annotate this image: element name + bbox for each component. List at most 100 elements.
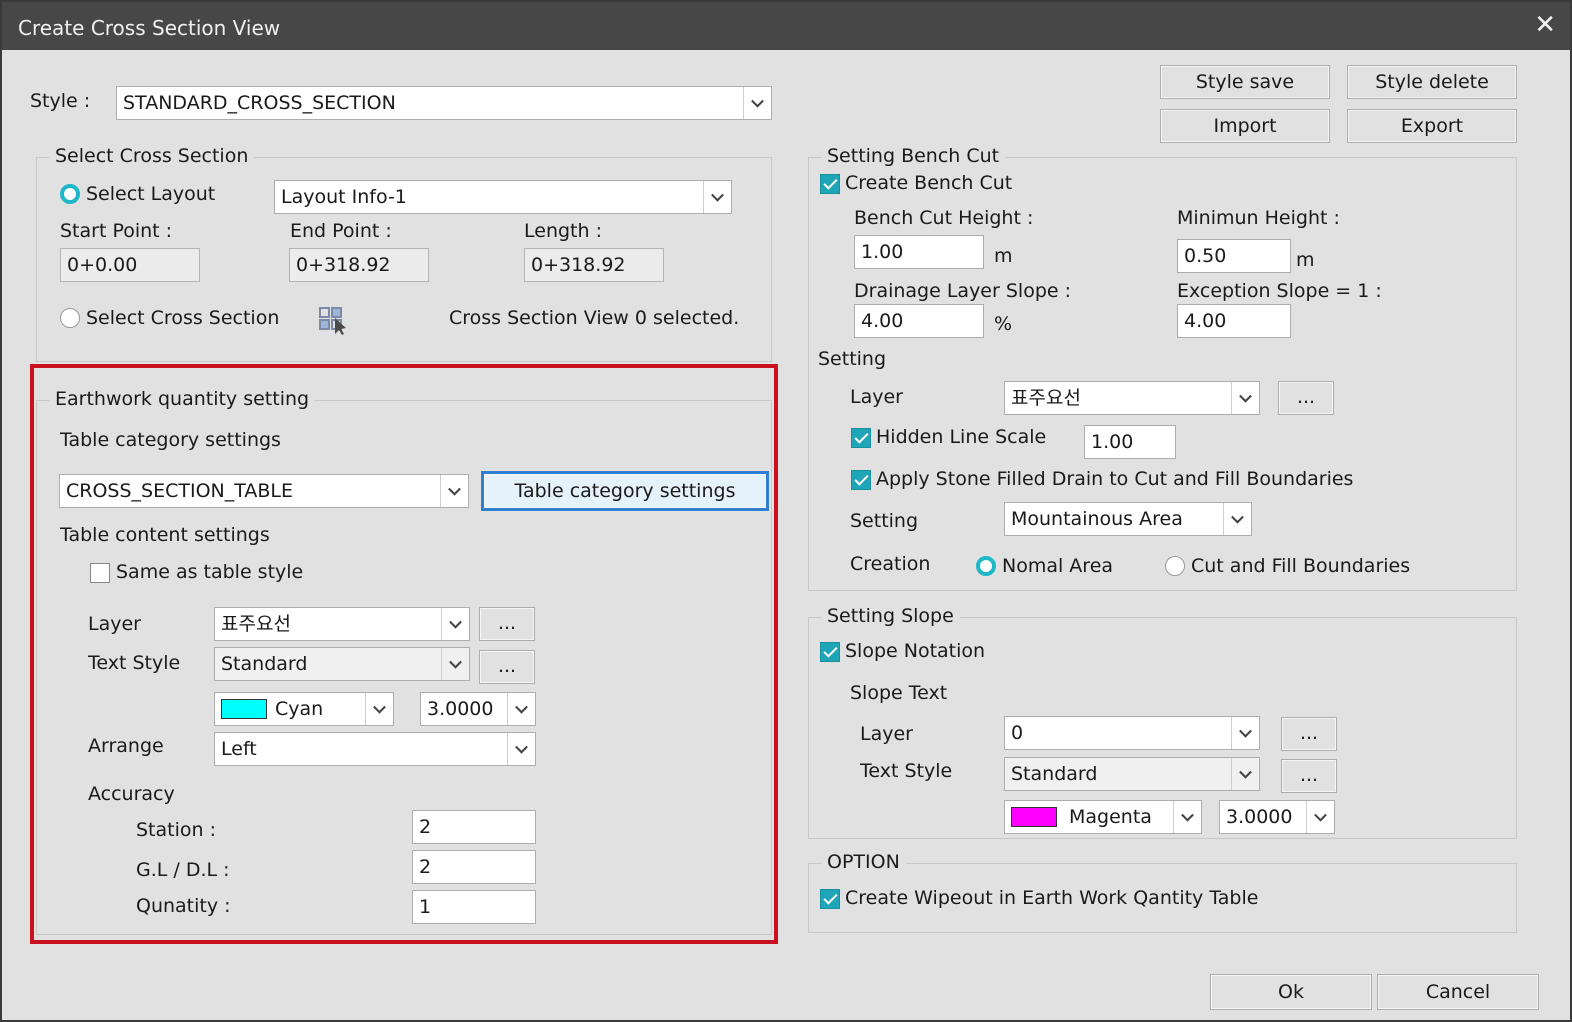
min-height-unit: m bbox=[1296, 249, 1315, 271]
chevron-down-icon[interactable] bbox=[1231, 717, 1259, 749]
hidden-line-scale-label: Hidden Line Scale bbox=[876, 426, 1047, 448]
chevron-down-icon[interactable] bbox=[441, 648, 469, 680]
chevron-down-icon[interactable] bbox=[703, 181, 731, 213]
apply-stone-drain-label: Apply Stone Filled Drain to Cut and Fill… bbox=[876, 468, 1354, 490]
station-field[interactable]: 2 bbox=[412, 810, 536, 844]
slope-notation-label: Slope Notation bbox=[845, 640, 986, 662]
color-name: Cyan bbox=[275, 698, 324, 720]
chevron-down-icon[interactable] bbox=[507, 693, 535, 725]
create-wipeout-label: Create Wipeout in Earth Work Qantity Tab… bbox=[845, 887, 1259, 909]
arrange-label: Arrange bbox=[88, 735, 164, 757]
chevron-down-icon[interactable] bbox=[441, 608, 469, 640]
cancel-button[interactable]: Cancel bbox=[1377, 974, 1539, 1010]
exception-slope-field[interactable]: 4.00 bbox=[1177, 304, 1291, 338]
chevron-down-icon[interactable] bbox=[1231, 382, 1259, 414]
group-title: Setting Bench Cut bbox=[821, 145, 1006, 167]
cut-fill-boundaries-radio[interactable] bbox=[1165, 556, 1185, 576]
arrange-select[interactable]: Left bbox=[214, 732, 536, 766]
create-wipeout-checkbox[interactable] bbox=[820, 889, 840, 909]
create-bench-cut-label: Create Bench Cut bbox=[845, 172, 1013, 194]
layer-select[interactable]: 표주요선 bbox=[214, 607, 470, 641]
color-select[interactable]: Cyan bbox=[214, 692, 394, 726]
table-select[interactable]: CROSS_SECTION_TABLE bbox=[59, 474, 469, 508]
normal-area-radio[interactable] bbox=[976, 556, 996, 576]
dialog-window: Create Cross Section View ✕ Style : STAN… bbox=[0, 0, 1572, 1022]
chevron-down-icon[interactable] bbox=[1231, 758, 1259, 790]
text-height-select[interactable]: 3.0000 bbox=[420, 692, 536, 726]
export-button[interactable]: Export bbox=[1347, 109, 1517, 143]
style-value: STANDARD_CROSS_SECTION bbox=[123, 92, 396, 114]
drainage-slope-label: Drainage Layer Slope : bbox=[854, 280, 1072, 302]
layout-select[interactable]: Layout Info-1 bbox=[274, 180, 732, 214]
slope-text-style-select[interactable]: Standard bbox=[1004, 757, 1260, 791]
minimum-height-label: Minimun Height : bbox=[1177, 207, 1340, 229]
gl-dl-field[interactable]: 2 bbox=[412, 850, 536, 884]
chevron-down-icon[interactable] bbox=[365, 693, 393, 725]
table-category-label: Table category settings bbox=[60, 429, 281, 451]
slope-notation-checkbox[interactable] bbox=[820, 642, 840, 662]
gl-dl-label: G.L / D.L : bbox=[136, 859, 230, 881]
start-point-label: Start Point : bbox=[60, 220, 173, 242]
chevron-down-icon[interactable] bbox=[507, 733, 535, 765]
cyan-swatch bbox=[221, 699, 267, 719]
layout-value: Layout Info-1 bbox=[281, 186, 407, 208]
layer-browse-button[interactable]: ... bbox=[479, 607, 535, 641]
chevron-down-icon[interactable] bbox=[440, 475, 468, 507]
area-setting-select[interactable]: Mountainous Area bbox=[1004, 502, 1252, 536]
close-icon[interactable]: ✕ bbox=[1534, 10, 1556, 40]
chevron-down-icon[interactable] bbox=[743, 87, 771, 119]
table-content-label: Table content settings bbox=[60, 524, 270, 546]
cut-fill-boundaries-label: Cut and Fill Boundaries bbox=[1191, 555, 1411, 577]
slope-layer-browse-button[interactable]: ... bbox=[1281, 717, 1337, 751]
slope-color-select[interactable]: Magenta bbox=[1004, 800, 1202, 834]
select-cross-section-radio[interactable] bbox=[60, 308, 80, 328]
layer-label: Layer bbox=[88, 613, 141, 635]
slope-layer-select[interactable]: 0 bbox=[1004, 716, 1260, 750]
chevron-down-icon[interactable] bbox=[1223, 503, 1251, 535]
creation-label: Creation bbox=[850, 553, 931, 575]
same-as-table-style-checkbox[interactable] bbox=[90, 563, 110, 583]
pick-selection-icon[interactable] bbox=[318, 306, 346, 336]
end-point-label: End Point : bbox=[290, 220, 392, 242]
bench-layer-select[interactable]: 표주요선 bbox=[1004, 381, 1260, 415]
chevron-down-icon[interactable] bbox=[1173, 801, 1201, 833]
select-layout-radio[interactable] bbox=[60, 184, 80, 204]
text-style-label: Text Style bbox=[88, 652, 181, 674]
quantity-field[interactable]: 1 bbox=[412, 890, 536, 924]
hidden-line-scale-field[interactable]: 1.00 bbox=[1084, 425, 1176, 459]
text-style-select[interactable]: Standard bbox=[214, 647, 470, 681]
ok-button[interactable]: Ok bbox=[1210, 974, 1372, 1010]
text-style-browse-button[interactable]: ... bbox=[479, 650, 535, 684]
apply-stone-drain-checkbox[interactable] bbox=[851, 470, 871, 490]
station-label: Station : bbox=[136, 819, 216, 841]
group-title: Earthwork quantity setting bbox=[49, 388, 316, 410]
style-select[interactable]: STANDARD_CROSS_SECTION bbox=[116, 86, 772, 120]
setting-label: Setting bbox=[818, 348, 887, 370]
bench-layer-browse-button[interactable]: ... bbox=[1278, 381, 1334, 415]
import-button[interactable]: Import bbox=[1160, 109, 1330, 143]
table-category-settings-button[interactable]: Table category settings bbox=[481, 471, 769, 511]
style-delete-button[interactable]: Style delete bbox=[1347, 65, 1517, 99]
bench-layer-value: 표주요선 bbox=[1011, 387, 1081, 409]
slope-text-style-label: Text Style bbox=[860, 760, 953, 782]
minimum-height-field[interactable]: 0.50 bbox=[1177, 239, 1291, 273]
drainage-unit: % bbox=[994, 313, 1013, 335]
create-bench-cut-checkbox[interactable] bbox=[820, 174, 840, 194]
text-height-value: 3.0000 bbox=[427, 698, 494, 720]
hidden-line-scale-checkbox[interactable] bbox=[851, 428, 871, 448]
slope-text-height-select[interactable]: 3.0000 bbox=[1219, 800, 1335, 834]
group-title: OPTION bbox=[821, 851, 906, 873]
height-unit: m bbox=[994, 245, 1013, 267]
normal-area-label: Nomal Area bbox=[1002, 555, 1114, 577]
bench-layer-label: Layer bbox=[850, 386, 903, 408]
slope-layer-label: Layer bbox=[860, 723, 913, 745]
style-save-button[interactable]: Style save bbox=[1160, 65, 1330, 99]
window-title: Create Cross Section View bbox=[18, 16, 281, 40]
selection-status: Cross Section View 0 selected. bbox=[449, 307, 740, 329]
chevron-down-icon[interactable] bbox=[1306, 801, 1334, 833]
setting2-label: Setting bbox=[850, 510, 919, 532]
bench-cut-height-field[interactable]: 1.00 bbox=[854, 235, 984, 269]
drainage-slope-field[interactable]: 4.00 bbox=[854, 304, 984, 338]
slope-text-style-browse-button[interactable]: ... bbox=[1281, 759, 1337, 793]
bench-cut-height-label: Bench Cut Height : bbox=[854, 207, 1034, 229]
